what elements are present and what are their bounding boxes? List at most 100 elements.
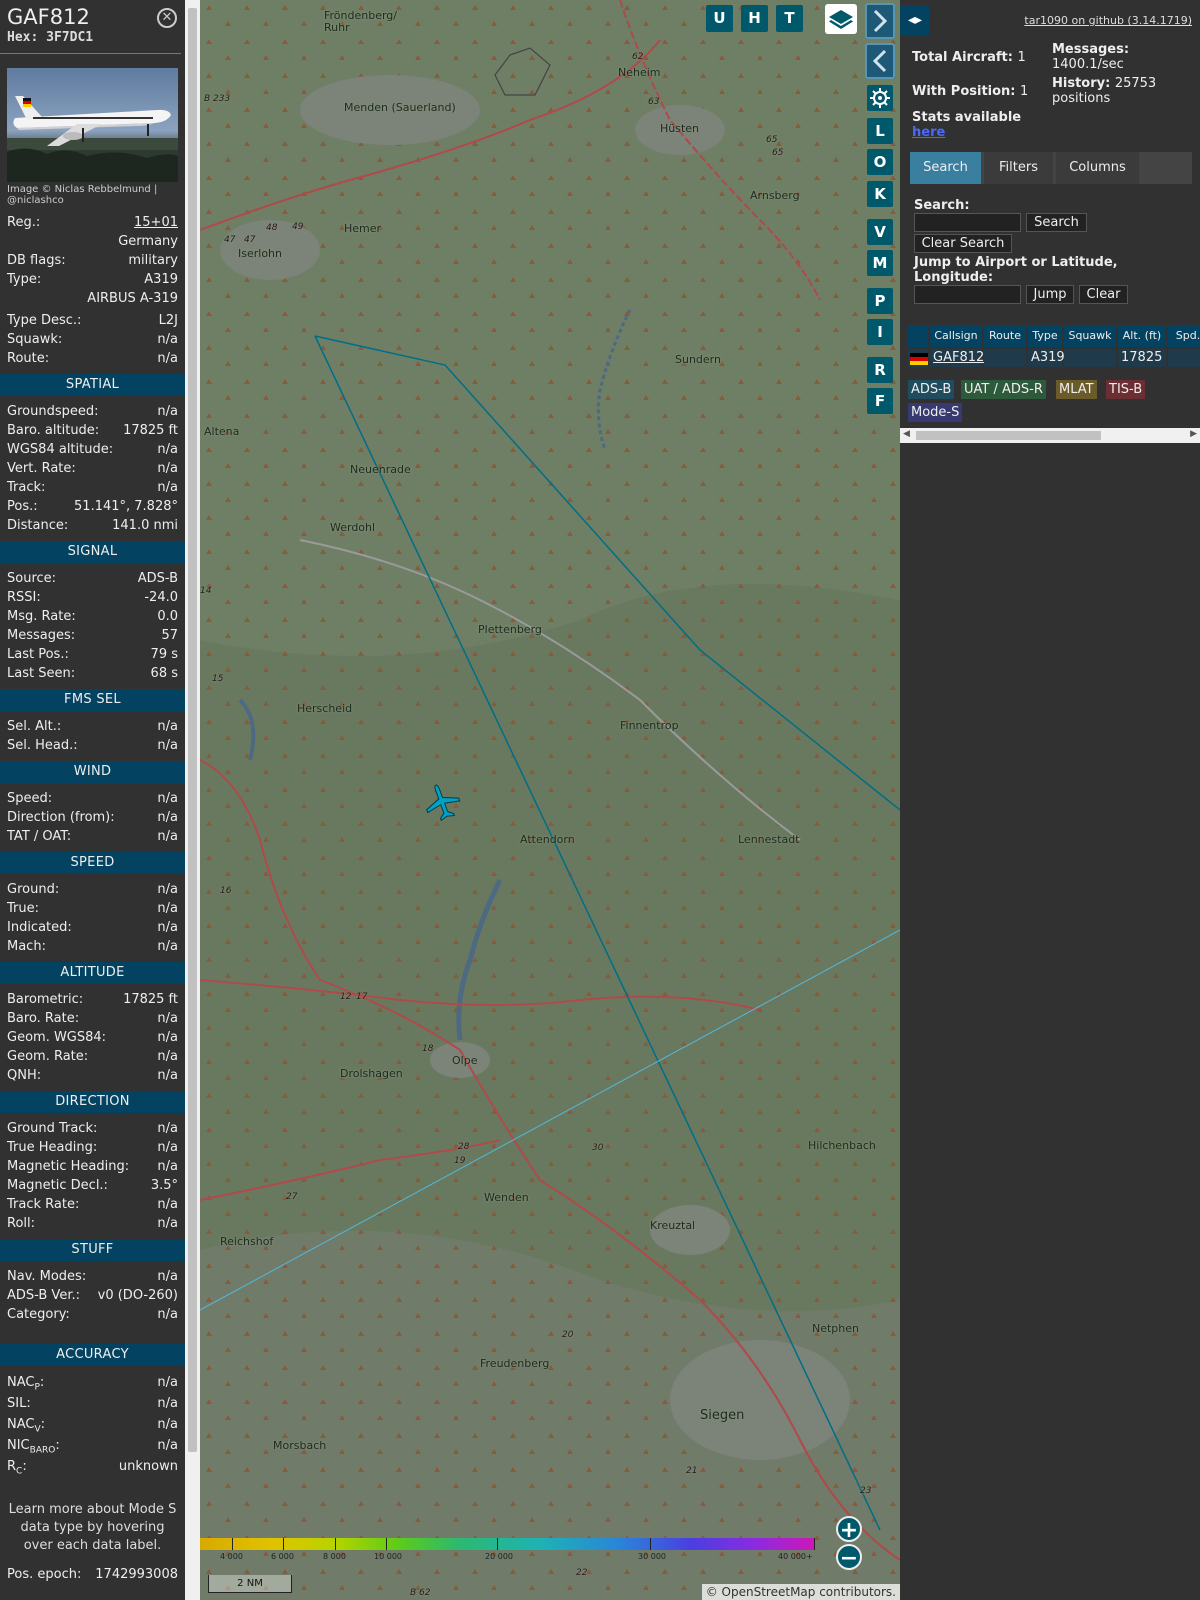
map[interactable]: Fröndenberg/ Ruhr Neheim Menden (Sauerland… (200, 0, 900, 1600)
table-horizontal-scrollbar[interactable]: ◀ ▶ (900, 428, 1200, 443)
column-header-squawk[interactable]: Squawk (1064, 325, 1116, 347)
column-header-altitude[interactable]: Alt. (ft) (1118, 325, 1166, 347)
jump-button[interactable]: Jump (1026, 285, 1074, 304)
altitude-tick (283, 1538, 284, 1550)
github-link[interactable]: tar1090 on github (3.14.1719) (1024, 14, 1192, 27)
search-input[interactable] (914, 213, 1021, 232)
town-label: Neuenrade (350, 463, 411, 476)
clear-button[interactable]: Clear (1079, 285, 1128, 304)
detail-row: Msg. Rate: 0.0 (0, 607, 185, 626)
stats-here-link[interactable]: here (912, 125, 945, 140)
plus-icon[interactable]: + (836, 1516, 862, 1543)
column-header-route[interactable]: Route (984, 325, 1026, 347)
detail-row: Magnetic Heading: n/a (0, 1157, 185, 1176)
button-i[interactable]: I (867, 319, 893, 345)
table-cell-type: A319 (1028, 349, 1065, 367)
town-label: Finnentrop (620, 719, 679, 732)
button-v[interactable]: V (867, 219, 893, 245)
detail-row: Indicated: n/a (0, 918, 185, 937)
column-header-callsign[interactable]: Callsign (930, 325, 982, 347)
road-number-label: 49 (292, 222, 304, 232)
town-label: Kreuztal (650, 1219, 696, 1232)
label-squawk: Squawk: (7, 332, 63, 347)
detail-value: 141.0 nmi (112, 518, 178, 533)
town-label: Hemer (344, 222, 382, 235)
chevron-right-icon[interactable] (865, 3, 895, 39)
detail-value: n/a (157, 1030, 178, 1045)
stats-available-label: Stats available (912, 110, 1022, 125)
button-u[interactable]: U (706, 5, 733, 32)
detail-row: Pos.: 51.141°, 7.828° (0, 497, 185, 516)
minus-icon[interactable]: − (836, 1544, 862, 1571)
aircraft-details: Reg.: 15+01 Germany DB flags: military Typ… (0, 213, 185, 368)
detail-label: Distance: (7, 518, 69, 533)
detail-label: Baro. Rate: (7, 1011, 80, 1026)
expand-arrows-icon[interactable]: ◂▸ (900, 5, 930, 35)
button-t[interactable]: T (776, 5, 803, 32)
detail-label: Magnetic Decl.: (7, 1178, 108, 1193)
close-icon[interactable]: ✕ (157, 8, 177, 28)
jump-input[interactable] (914, 285, 1021, 304)
tab-columns[interactable]: Columns (1056, 152, 1139, 184)
clear-search-button[interactable]: Clear Search (914, 234, 1012, 253)
accuracy-row: RC: unknown (0, 1456, 185, 1477)
detail-row: Direction (from): n/a (0, 808, 185, 827)
aircraft-photo[interactable] (7, 68, 178, 182)
scrollbar-thumb[interactable] (916, 431, 1101, 440)
detail-row: RSSI: -24.0 (0, 588, 185, 607)
town-label: Arnsberg (750, 189, 800, 202)
altitude-tick (497, 1538, 498, 1550)
total-aircraft-label: Total Aircraft: (912, 50, 1013, 65)
section-header-wind: WIND (0, 761, 185, 783)
detail-label: Vert. Rate: (7, 461, 76, 476)
scrollbar-thumb[interactable] (188, 8, 197, 1452)
detail-value: n/a (157, 738, 178, 753)
detail-label: TAT / OAT: (7, 829, 72, 844)
column-header-speed[interactable]: Spd. (1168, 325, 1200, 347)
table-cell-callsign[interactable]: GAF812 (930, 349, 984, 367)
tab-filters[interactable]: Filters (984, 152, 1053, 184)
info-panel-scrollbar[interactable] (185, 0, 200, 1600)
search-button[interactable]: Search (1026, 213, 1087, 232)
column-header-flag (908, 325, 928, 347)
detail-row-typename: AIRBUS A-319 (0, 289, 185, 308)
chevron-left-icon[interactable] (865, 43, 895, 79)
detail-row: Mach: n/a (0, 937, 185, 956)
detail-label: True: (7, 901, 39, 916)
value-squawk: n/a (157, 332, 178, 347)
altitude-tick-label: 40 000+ (778, 1552, 813, 1561)
detail-label: Msg. Rate: (7, 609, 76, 624)
detail-value: n/a (157, 901, 178, 916)
gear-icon[interactable] (867, 85, 893, 111)
button-k[interactable]: K (867, 181, 893, 207)
town-label: Sundern (675, 353, 721, 366)
detail-row: Geom. Rate: n/a (0, 1047, 185, 1066)
value-reg-link[interactable]: 15+01 (134, 213, 178, 232)
detail-value: n/a (157, 829, 178, 844)
button-m[interactable]: M (867, 250, 893, 276)
layers-icon[interactable] (825, 4, 857, 34)
detail-row-route: Route: n/a (0, 349, 185, 368)
button-p[interactable]: P (867, 288, 893, 314)
column-header-type[interactable]: Type (1028, 325, 1062, 347)
scroll-right-icon[interactable]: ▶ (1190, 429, 1197, 439)
section-header-accuracy: ACCURACY (0, 1344, 185, 1366)
button-l[interactable]: L (867, 118, 893, 144)
accuracy-label: SIL: (7, 1393, 31, 1414)
tab-search[interactable]: Search (910, 152, 981, 184)
button-f[interactable]: F (867, 388, 893, 414)
section-header-spatial: SPATIAL (0, 374, 185, 396)
scroll-left-icon[interactable]: ◀ (903, 429, 910, 439)
detail-row: True Heading: n/a (0, 1138, 185, 1157)
map-attribution[interactable]: © OpenStreetMap contributors. (701, 1584, 900, 1600)
label-type: Type: (7, 272, 42, 287)
info-sections: SPATIAL Groundspeed: n/a Baro. altitude: 178… (0, 374, 185, 1324)
detail-label: Sel. Head.: (7, 738, 78, 753)
airplane-icon[interactable] (422, 782, 462, 822)
button-r[interactable]: R (867, 357, 893, 383)
button-h[interactable]: H (741, 5, 768, 32)
town-label: Netphen (812, 1322, 860, 1335)
detail-row: Baro. altitude: 17825 ft (0, 421, 185, 440)
detail-row: Baro. Rate: n/a (0, 1009, 185, 1028)
button-o[interactable]: O (867, 149, 893, 175)
